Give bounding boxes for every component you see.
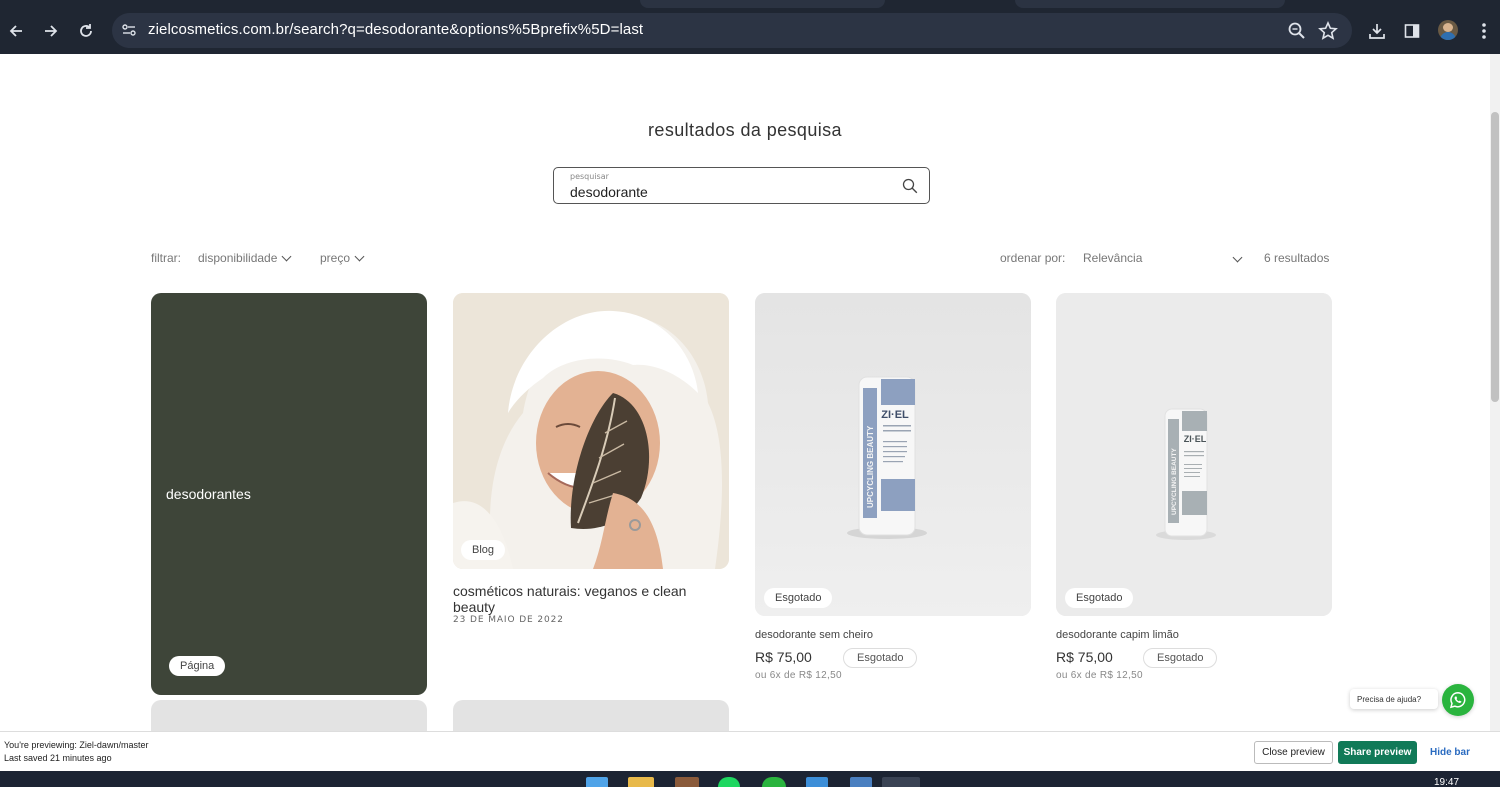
product-status-badge: Esgotado <box>1143 648 1218 668</box>
side-panel-button[interactable] <box>1398 17 1426 45</box>
page-content: resultados da pesquisa pesquisar desodor… <box>0 54 1490 731</box>
result-count: 6 resultados <box>1264 251 1330 265</box>
product-brand-text: ZI·EL <box>1184 434 1207 444</box>
preview-saved-text: Last saved 21 minutes ago <box>4 753 112 763</box>
tab-strip <box>0 0 1500 8</box>
filter-bar: filtrar: disponibilidade preço ordenar p… <box>151 251 1332 271</box>
sold-out-badge: Esgotado <box>1065 588 1134 608</box>
page-result-card[interactable]: desodorantes Página <box>151 293 427 695</box>
app-icon[interactable] <box>806 777 828 787</box>
filter-price[interactable]: preço <box>320 251 365 265</box>
downloads-button[interactable] <box>1363 17 1391 45</box>
sort-select[interactable]: Relevância <box>1083 251 1243 265</box>
page-badge: Página <box>169 656 226 676</box>
address-bar[interactable]: zielcosmetics.com.br/search?q=desodorant… <box>112 13 1352 48</box>
theme-preview-bar: You're previewing: Ziel-dawn/master Last… <box>0 731 1500 771</box>
download-icon <box>1369 24 1385 39</box>
blog-photo <box>453 293 729 569</box>
product-name[interactable]: desodorante capim limão <box>1056 629 1179 641</box>
profile-avatar[interactable] <box>1438 20 1458 40</box>
page-title: resultados da pesquisa <box>648 120 842 140</box>
whatsapp-icon <box>1449 692 1466 709</box>
filter-price-label: preço <box>320 251 351 265</box>
product-installments: ou 6x de R$ 12,50 <box>755 670 842 681</box>
os-taskbar: 19:47 <box>0 771 1500 787</box>
share-preview-button[interactable]: Share preview <box>1338 741 1417 764</box>
help-bubble[interactable]: Precisa de ajuda? <box>1350 689 1438 709</box>
product-side-text: UPCYCLING BEAUTY <box>1171 448 1178 515</box>
product-price: R$ 75,00 <box>755 649 812 665</box>
search-input[interactable]: pesquisar desodorante <box>553 167 930 204</box>
search-icon[interactable] <box>901 177 919 195</box>
more-vertical-icon <box>1482 23 1486 39</box>
taskbar-clock: 19:47 <box>1434 777 1460 787</box>
filter-availability-label: disponibilidade <box>198 251 278 265</box>
search-label: pesquisar <box>570 172 609 181</box>
menu-button[interactable] <box>1470 17 1498 45</box>
app-icon[interactable] <box>675 777 699 787</box>
product-photo: ZI·EL UPCYCLING BEAUTY <box>755 293 1031 616</box>
page-result-title[interactable]: desodorantes <box>166 486 251 502</box>
product-installments: ou 6x de R$ 12,50 <box>1056 670 1143 681</box>
blog-date: 23 DE MAIO DE 2022 <box>453 615 564 625</box>
reload-icon <box>80 24 92 37</box>
arrow-left-icon <box>9 25 22 37</box>
blog-result-image[interactable]: Blog <box>453 293 729 569</box>
filter-availability[interactable]: disponibilidade <box>198 251 292 265</box>
whatsapp-taskbar-icon[interactable] <box>762 777 786 787</box>
result-card-placeholder[interactable] <box>453 700 729 731</box>
browser-toolbar: zielcosmetics.com.br/search?q=desodorant… <box>0 8 1500 54</box>
chevron-down-icon <box>1232 252 1243 263</box>
site-settings-icon[interactable] <box>120 21 138 39</box>
scrollbar-thumb[interactable] <box>1491 112 1499 402</box>
reload-button[interactable] <box>72 17 100 45</box>
preview-theme-text: You're previewing: Ziel-dawn/master <box>4 740 149 750</box>
star-icon[interactable] <box>1318 21 1338 41</box>
browser-tab[interactable] <box>1015 0 1285 8</box>
close-preview-button[interactable]: Close preview <box>1254 741 1333 764</box>
product-name[interactable]: desodorante sem cheiro <box>755 629 873 641</box>
arrow-right-icon <box>45 25 58 37</box>
product-brand-text: ZI·EL <box>881 409 909 421</box>
file-explorer-icon[interactable] <box>628 777 654 787</box>
search-value[interactable]: desodorante <box>570 184 648 200</box>
page-scrollbar[interactable] <box>1490 54 1500 770</box>
browser-tab[interactable] <box>640 0 885 8</box>
blog-title[interactable]: cosméticos naturais: veganos e clean bea… <box>453 583 729 615</box>
product-side-text: UPCYCLING BEAUTY <box>866 425 875 508</box>
filter-label: filtrar: <box>151 251 181 265</box>
forward-button[interactable] <box>37 17 65 45</box>
blog-badge: Blog <box>461 540 506 560</box>
product-image[interactable]: ZI·EL UPCYCLING BEAUTY Esgotado <box>1056 293 1332 616</box>
url-text[interactable]: zielcosmetics.com.br/search?q=desodorant… <box>148 21 643 38</box>
result-card-placeholder[interactable] <box>151 700 427 731</box>
side-panel-icon <box>1404 24 1420 38</box>
sort-label: ordenar por: <box>1000 251 1066 265</box>
product-status-badge: Esgotado <box>843 648 918 668</box>
chrome-taskbar-icon[interactable] <box>882 777 920 787</box>
zoom-icon[interactable] <box>1287 21 1307 41</box>
windows-start-icon[interactable] <box>586 777 608 787</box>
back-button[interactable] <box>2 17 30 45</box>
whatsapp-button[interactable] <box>1442 684 1474 716</box>
app-icon[interactable] <box>850 777 872 787</box>
product-price: R$ 75,00 <box>1056 649 1113 665</box>
hide-bar-button[interactable]: Hide bar <box>1425 741 1475 764</box>
product-image[interactable]: ZI·EL UPCYCLING BEAUTY Esgotado <box>755 293 1031 616</box>
chevron-down-icon <box>354 251 365 262</box>
spotify-icon[interactable] <box>718 777 740 787</box>
chevron-down-icon <box>281 251 292 262</box>
sort-value: Relevância <box>1083 251 1143 265</box>
sold-out-badge: Esgotado <box>764 588 833 608</box>
product-photo: ZI·EL UPCYCLING BEAUTY <box>1056 293 1332 616</box>
